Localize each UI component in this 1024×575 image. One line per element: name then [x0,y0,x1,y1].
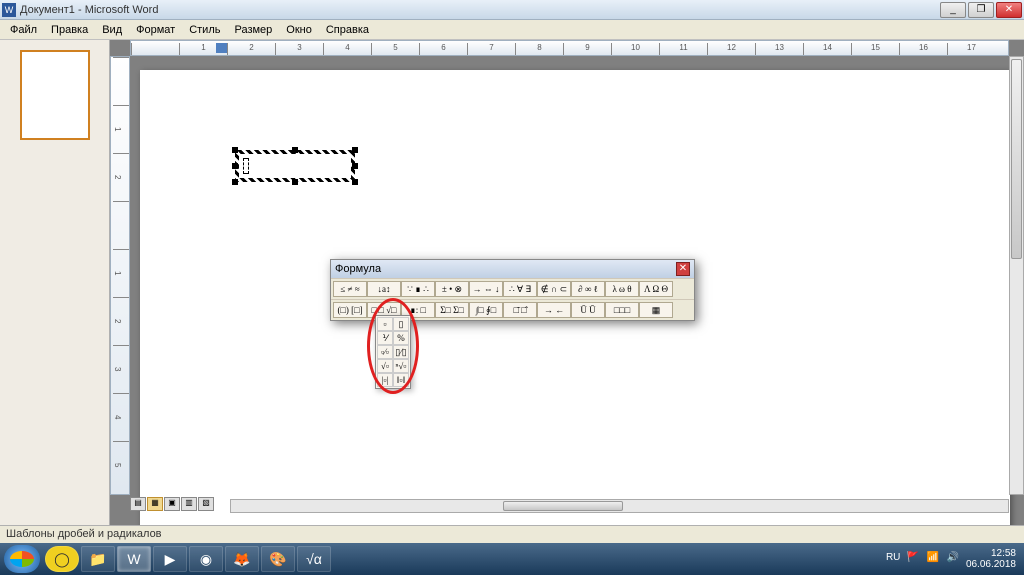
explorer-icon[interactable]: 📁 [81,546,115,572]
tray-network-icon[interactable]: 📶 [926,552,940,566]
menu-view[interactable]: Вид [96,22,128,38]
fraction-option[interactable]: % [393,331,409,345]
media-player-icon[interactable]: ▶ [153,546,187,572]
tray-volume-icon[interactable]: 🔊 [946,552,960,566]
view-mode-buttons: ▤ ▦ ▣ ▥ ▧ [130,497,214,513]
radical-option[interactable]: ‖▫‖ [393,373,409,387]
view-outline[interactable]: ▥ [181,497,197,511]
menu-format[interactable]: Формат [130,22,181,38]
page-thumbnail[interactable] [20,50,90,140]
status-bar: Шаблоны дробей и радикалов [0,525,1024,543]
tray-lang[interactable]: RU [886,552,900,566]
symbols-greek-upper-button[interactable]: Λ Ω Θ [639,281,673,297]
radical-option[interactable]: √▫ [377,359,393,373]
symbols-misc-button[interactable]: ∂ ∞ ℓ [571,281,605,297]
symbols-relational-button[interactable]: ≤ ≠ ≈ [333,281,367,297]
horizontal-ruler[interactable]: 1234567891011121314151617 [130,40,1009,56]
status-text: Шаблоны дробей и радикалов [6,528,162,540]
symbols-sets-button[interactable]: ∉ ∩ ⊂ [537,281,571,297]
menu-edit[interactable]: Правка [45,22,94,38]
resize-handle[interactable] [352,163,358,169]
paint-icon[interactable]: 🎨 [261,546,295,572]
menu-file[interactable]: Файл [4,22,43,38]
resize-handle[interactable] [292,179,298,185]
fraction-option[interactable]: ▯⁄▯ [393,345,409,359]
symbols-arrows-button[interactable]: → ⇔ ↓ [469,281,503,297]
template-boxes-button[interactable]: ▦ [639,302,673,318]
start-button[interactable] [4,545,40,573]
formula-toolbar[interactable]: Формула ✕ ≤ ≠ ≈ ↓a↕ ∵ ∎ ∴ ± • ⊗ → ⇔ ↓ ∴ … [330,259,695,321]
template-matrix-button[interactable]: □□□ [605,302,639,318]
view-normal[interactable]: ▤ [130,497,146,511]
radical-option[interactable]: ⁿ√▫ [393,359,409,373]
horizontal-scrollbar[interactable] [230,499,1009,513]
word-app-icon: W [2,3,16,17]
close-button[interactable]: ✕ [996,2,1022,18]
resize-handle[interactable] [352,147,358,153]
equation-object[interactable] [235,150,355,182]
resize-handle[interactable] [292,147,298,153]
template-sum-button[interactable]: Σ□ Σ□ [435,302,469,318]
equation-cursor [243,158,249,174]
symbols-greek-lower-button[interactable]: λ ω θ [605,281,639,297]
tray-clock[interactable]: 12:58 06.06.2018 [966,548,1016,570]
template-products-button[interactable]: Ū Ū [571,302,605,318]
minimize-button[interactable]: _ [940,2,966,18]
formula-toolbar-title[interactable]: Формула ✕ [331,260,694,278]
formula-close-button[interactable]: ✕ [676,262,690,276]
resize-handle[interactable] [232,179,238,185]
window-title: Документ1 - Microsoft Word [20,4,940,16]
firefox-icon[interactable]: 🦊 [225,546,259,572]
chrome-icon[interactable]: ◉ [189,546,223,572]
template-fences-button[interactable]: (□) [□] [333,302,367,318]
symbols-spaces-button[interactable]: ↓a↕ [367,281,401,297]
menu-help[interactable]: Справка [320,22,375,38]
tray-flag-icon[interactable]: 🚩 [906,552,920,566]
fraction-option[interactable]: ▯ [393,317,409,331]
fraction-option[interactable]: ▫⁄▫ [377,345,393,359]
symbols-logic-button[interactable]: ∴ ∀ ∃ [503,281,537,297]
menu-bar: Файл Правка Вид Формат Стиль Размер Окно… [0,20,1024,40]
window-titlebar: W Документ1 - Microsoft Word _ ❐ ✕ [0,0,1024,20]
vertical-scrollbar[interactable] [1009,56,1024,495]
resize-handle[interactable] [352,179,358,185]
view-web[interactable]: ▣ [164,497,180,511]
vertical-ruler[interactable]: 1212345 [110,56,130,495]
maximize-button[interactable]: ❐ [968,2,994,18]
template-overbar-button[interactable]: □̄ □̂ [503,302,537,318]
menu-window[interactable]: Окно [280,22,318,38]
system-tray: RU 🚩 📶 🔊 12:58 06.06.2018 [886,548,1020,570]
fractions-dropdown: ▫▯ ⅟% ▫⁄▫▯⁄▯ √▫ⁿ√▫ |▫|‖▫‖ [375,315,411,389]
mathtype-icon[interactable]: √α [297,546,331,572]
symbols-embellish-button[interactable]: ∵ ∎ ∴ [401,281,435,297]
yandex-browser-icon[interactable]: ◯ [45,546,79,572]
formula-row-1: ≤ ≠ ≈ ↓a↕ ∵ ∎ ∴ ± • ⊗ → ⇔ ↓ ∴ ∀ ∃ ∉ ∩ ⊂ … [331,278,694,299]
resize-handle[interactable] [232,147,238,153]
view-print[interactable]: ▦ [147,497,163,511]
thumbnail-pane: 1 [0,40,110,525]
scrollbar-thumb[interactable] [1011,59,1022,259]
word-icon[interactable]: W [117,546,151,572]
menu-size[interactable]: Размер [228,22,278,38]
scrollbar-thumb[interactable] [503,501,623,511]
fraction-option[interactable]: ⅟ [377,331,393,345]
symbols-operators-button[interactable]: ± • ⊗ [435,281,469,297]
resize-handle[interactable] [232,163,238,169]
template-integral-button[interactable]: ∫□ ∮□ [469,302,503,318]
fraction-option[interactable]: ▫ [377,317,393,331]
radical-option[interactable]: |▫| [377,373,393,387]
template-arrows-button[interactable]: → ← [537,302,571,318]
windows-taskbar: ◯📁W▶◉🦊🎨√α RU 🚩 📶 🔊 12:58 06.06.2018 [0,543,1024,575]
view-reading[interactable]: ▧ [198,497,214,511]
menu-style[interactable]: Стиль [183,22,226,38]
